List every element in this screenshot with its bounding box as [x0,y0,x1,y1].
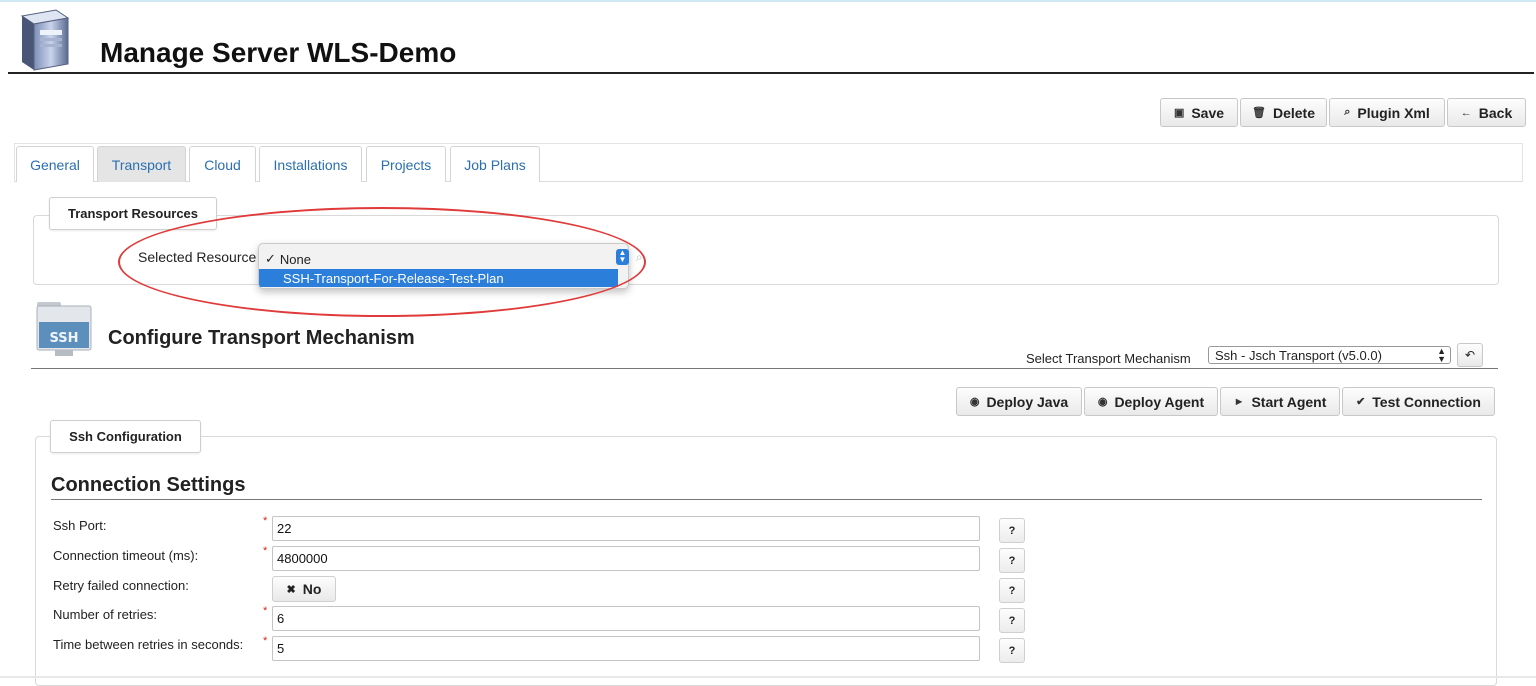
help-button[interactable]: ? [999,638,1025,663]
tab-cloud[interactable]: Cloud [189,146,256,182]
back-arrow-icon: ← [1460,106,1472,119]
option-label: None [279,251,311,267]
select-arrows-icon: ▲ ▼ [1437,346,1446,364]
retry-value: No [302,581,322,597]
top-border [0,0,1536,2]
checkmark-icon: ✓ [265,251,276,266]
play-icon: ► [1233,395,1245,408]
save-button[interactable]: ▣ Save [1160,98,1238,127]
tab-job-plans[interactable]: Job Plans [450,146,540,182]
test-connection-button[interactable]: ✔ Test Connection [1342,387,1495,416]
required-marker: * [263,545,268,557]
start-agent-label: Start Agent [1251,393,1327,410]
help-button[interactable]: ? [999,548,1025,573]
help-button[interactable]: ? [999,578,1025,603]
close-icon: ✖ [286,583,296,596]
tab-projects[interactable]: Projects [366,146,446,182]
required-marker: * [263,635,268,647]
page-title: Manage Server WLS-Demo [100,37,457,68]
plugin-xml-button[interactable]: ⌕ Plugin Xml [1329,98,1445,127]
retry-failed-connection-label: Retry failed connection: [53,578,189,593]
plugin-xml-label: Plugin Xml [1357,104,1430,121]
search-icon[interactable]: ⌕ [636,250,643,265]
help-button[interactable]: ? [999,608,1025,633]
save-icon: ▣ [1173,107,1185,119]
ssh-folder-icon: SSH [36,302,92,356]
retry-toggle-button[interactable]: ✖ No [272,576,336,602]
save-label: Save [1191,104,1225,121]
back-button[interactable]: ← Back [1447,98,1526,127]
configure-transport-title: Configure Transport Mechanism [108,327,415,349]
help-button[interactable]: ? [999,518,1025,543]
server-icon [20,9,70,71]
start-agent-button[interactable]: ► Start Agent [1220,387,1340,416]
ssh-icon-text: SSH [49,331,78,346]
ssh-port-label: Ssh Port: [53,518,107,533]
selected-resource-label: Selected Resource [138,249,257,265]
connection-settings-title: Connection Settings [51,474,246,496]
time-between-retries-input[interactable]: 5 [272,636,980,661]
test-connection-label: Test Connection [1372,393,1481,410]
tab-installations[interactable]: Installations [259,146,362,182]
transport-mechanism-select[interactable]: Ssh - Jsch Transport (v5.0.0) ▲ ▼ [1208,346,1451,364]
dropdown-option-ssh-transport[interactable]: SSH-Transport-For-Release-Test-Plan [259,269,618,287]
circle-arrow-icon: ◉ [969,396,980,408]
number-of-retries-input[interactable]: 6 [272,606,980,631]
tab-transport[interactable]: Transport [97,146,186,182]
undo-icon[interactable]: ↶ [1457,343,1483,367]
required-marker: * [263,515,268,527]
search-icon: ⌕ [1344,106,1351,118]
deploy-java-label: Deploy Java [986,393,1069,410]
transport-resources-legend: Transport Resources [49,197,217,230]
deploy-java-button[interactable]: ◉ Deploy Java [956,387,1082,416]
resource-dropdown[interactable]: ✓ None SSH-Transport-For-Release-Test-Pl… [258,243,629,289]
ssh-configuration-legend: Ssh Configuration [50,420,201,453]
deploy-agent-button[interactable]: ◉ Deploy Agent [1084,387,1218,416]
section-divider [31,368,1498,369]
circle-arrow-icon: ◉ [1097,396,1108,408]
time-between-retries-label: Time between retries in seconds: [53,637,244,652]
tab-general[interactable]: General [16,146,94,182]
connection-timeout-label: Connection timeout (ms): [53,548,199,563]
required-marker: * [263,605,268,617]
deploy-agent-label: Deploy Agent [1114,393,1205,410]
page-header: Manage Server WLS-Demo [8,6,1534,74]
delete-button[interactable]: 🗑 Delete [1240,98,1327,127]
transport-mechanism-label: Select Transport Mechanism [1026,351,1191,366]
connection-timeout-input[interactable]: 4800000 [272,546,980,571]
dropdown-option-none[interactable]: ✓ None [265,250,311,268]
trash-icon: 🗑 [1252,107,1266,119]
delete-label: Delete [1272,104,1315,121]
back-label: Back [1478,104,1513,121]
checkmark-icon: ✔ [1356,396,1366,408]
mechanism-value: Ssh - Jsch Transport (v5.0.0) [1215,347,1382,363]
number-of-retries-label: Number of retries: [53,607,158,622]
select-arrows-icon[interactable]: ▲ ▼ [616,249,629,265]
section-divider [51,499,1482,500]
ssh-port-input[interactable]: 22 [272,516,980,541]
